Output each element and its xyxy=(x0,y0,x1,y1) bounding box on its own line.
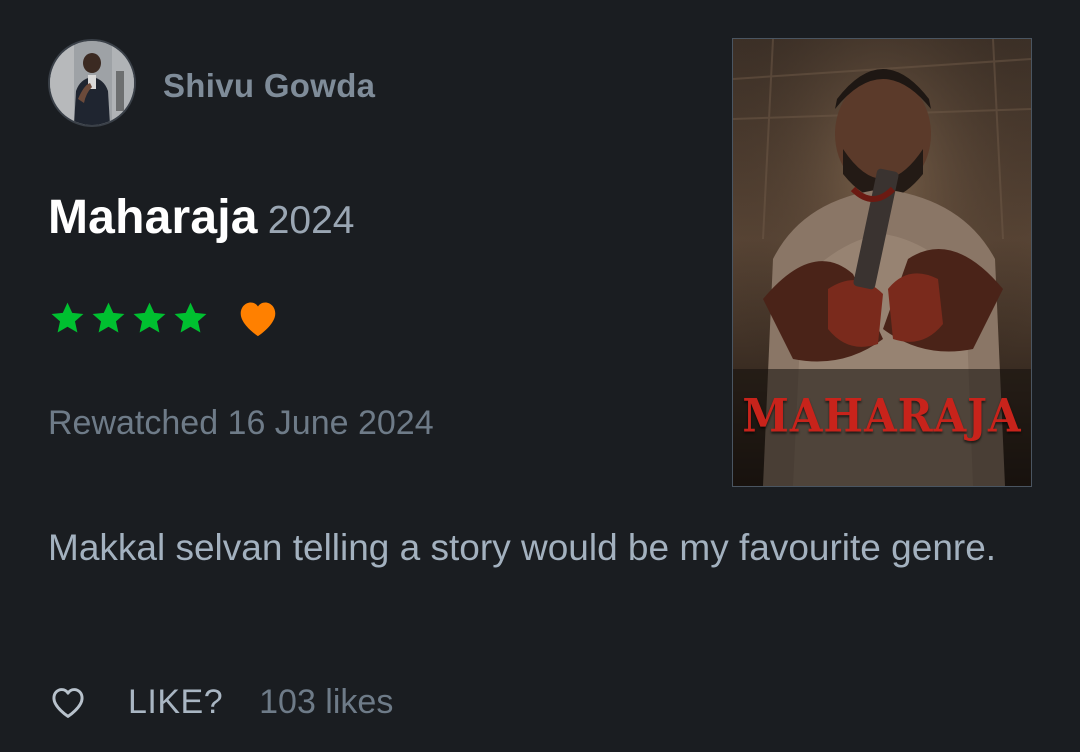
rating-row xyxy=(48,296,280,340)
review-actions: LIKE? 103 likes xyxy=(48,678,393,726)
activity-date: Rewatched 16 June 2024 xyxy=(48,404,434,442)
star-icon xyxy=(92,302,125,332)
review-text: Makkal selvan telling a story would be m… xyxy=(48,527,997,568)
star-icon xyxy=(51,302,84,332)
like-button[interactable]: LIKE? xyxy=(128,683,223,722)
film-title[interactable]: Maharaja xyxy=(48,191,258,244)
film-year[interactable]: 2024 xyxy=(268,199,355,242)
poster-title: MAHARAJA xyxy=(742,388,1022,443)
heart-outline-icon[interactable] xyxy=(48,684,88,720)
username[interactable]: Shivu Gowda xyxy=(163,66,375,106)
liked-heart-icon xyxy=(240,302,276,337)
star-icon xyxy=(174,302,207,332)
star-icon xyxy=(133,302,166,332)
film-poster[interactable]: MAHARAJA xyxy=(732,38,1032,487)
user-avatar[interactable] xyxy=(48,39,136,127)
likes-count[interactable]: 103 likes xyxy=(259,683,393,722)
film-heading: Maharaja 2024 xyxy=(48,190,354,257)
